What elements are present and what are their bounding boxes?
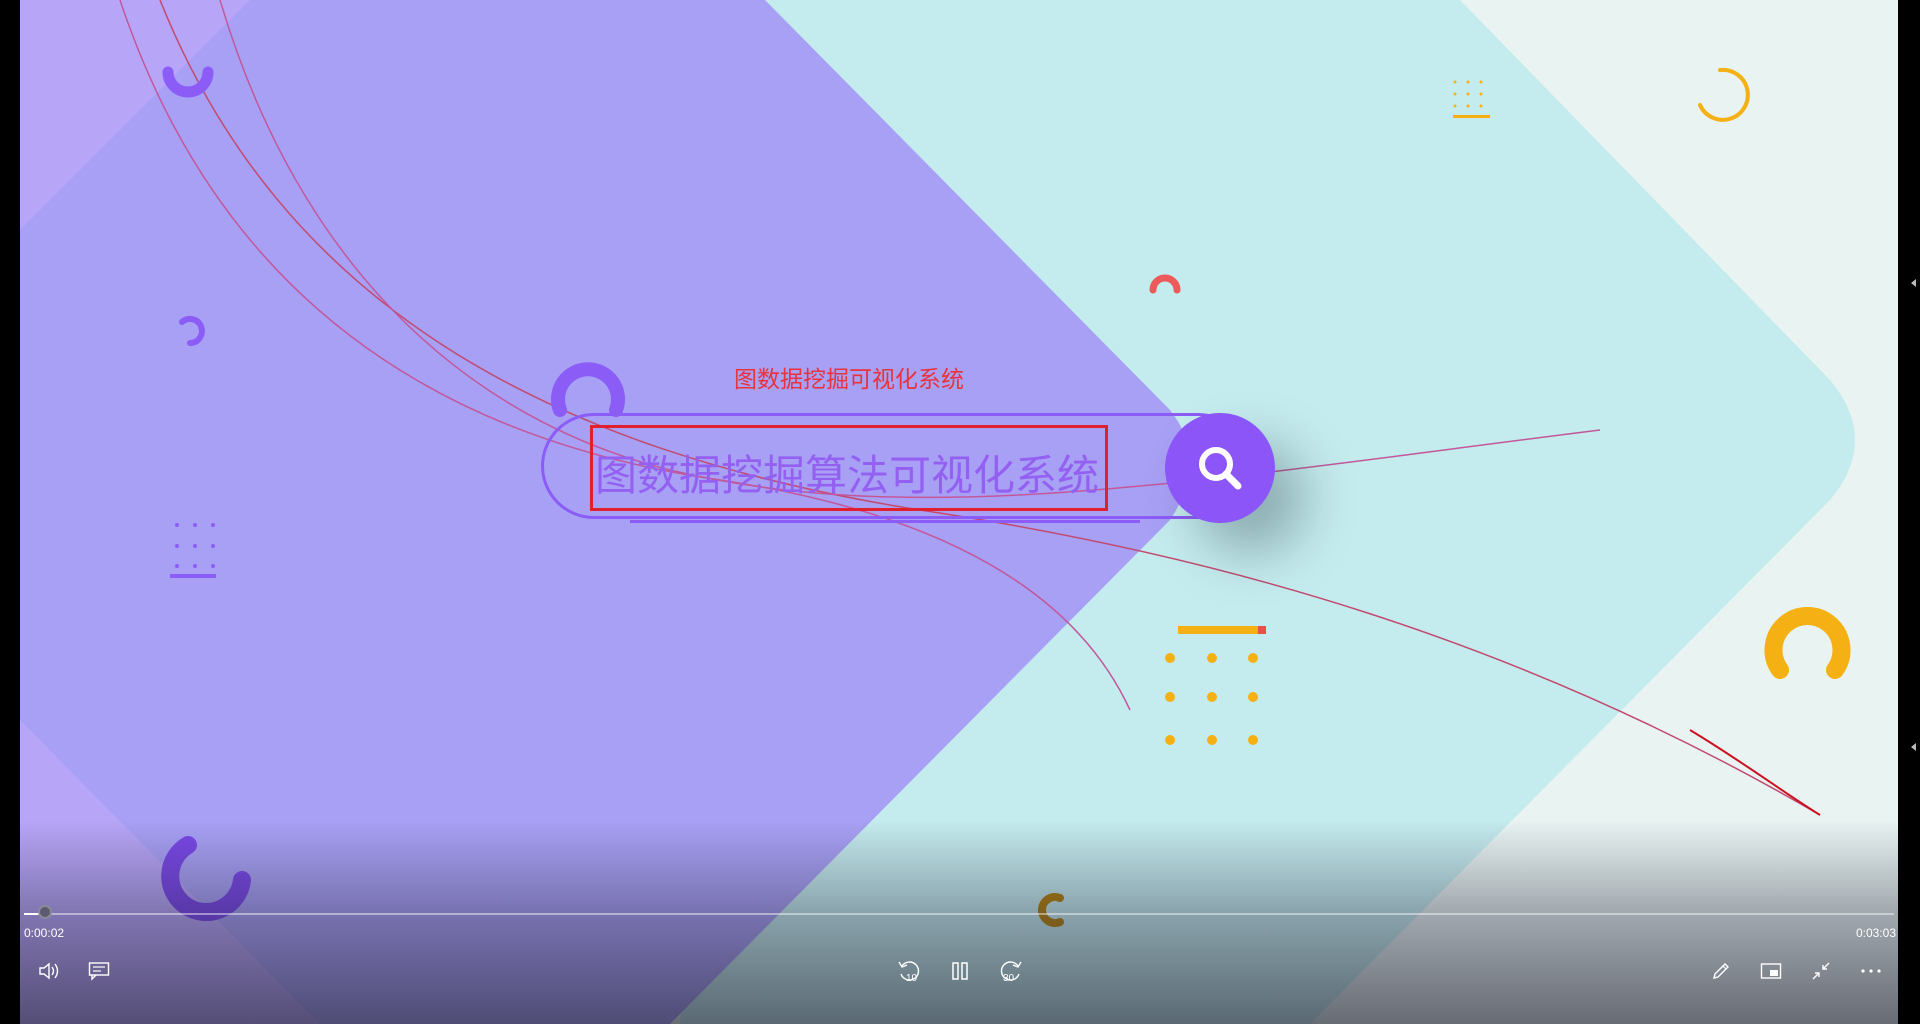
skip-back-label: 10 xyxy=(906,973,918,984)
right-edge-arrow-top[interactable] xyxy=(1911,279,1916,287)
pill-underline xyxy=(630,520,1140,523)
pause-button[interactable] xyxy=(944,955,976,987)
skip-forward-button[interactable]: 30 xyxy=(994,955,1026,987)
skip-forward-label: 30 xyxy=(1003,973,1015,984)
right-edge-arrow-bottom[interactable] xyxy=(1911,743,1916,751)
search-icon xyxy=(1199,447,1242,490)
mini-view-button[interactable] xyxy=(1755,955,1787,987)
highlight-box xyxy=(590,425,1108,511)
exit-fullscreen-icon xyxy=(1812,962,1830,980)
left-edge xyxy=(0,0,20,1024)
captions-button[interactable] xyxy=(83,955,115,987)
pause-icon xyxy=(952,962,968,980)
skip-forward-30-icon: 30 xyxy=(1000,961,1022,984)
slide-subtitle: 图数据挖掘可视化系统 xyxy=(734,367,964,393)
more-icon xyxy=(1861,969,1881,973)
right-edge xyxy=(1900,0,1920,1024)
captions-icon xyxy=(88,962,110,981)
progress-thumb[interactable] xyxy=(38,905,52,919)
search-button xyxy=(1165,413,1275,523)
skip-back-10-icon: 10 xyxy=(898,961,920,984)
volume-button[interactable] xyxy=(33,955,65,987)
progress-bar[interactable] xyxy=(24,905,1894,919)
pencil-icon xyxy=(1713,963,1729,979)
total-time: 0:03:03 xyxy=(1855,926,1896,940)
skip-back-button[interactable]: 10 xyxy=(894,955,926,987)
exit-fullscreen-button[interactable] xyxy=(1805,955,1837,987)
player-controls xyxy=(20,820,1898,1024)
current-time: 0:00:02 xyxy=(24,926,65,940)
volume-icon xyxy=(39,962,59,980)
more-button[interactable] xyxy=(1855,955,1887,987)
mini-view-icon xyxy=(1760,963,1782,979)
edit-button[interactable] xyxy=(1705,955,1737,987)
